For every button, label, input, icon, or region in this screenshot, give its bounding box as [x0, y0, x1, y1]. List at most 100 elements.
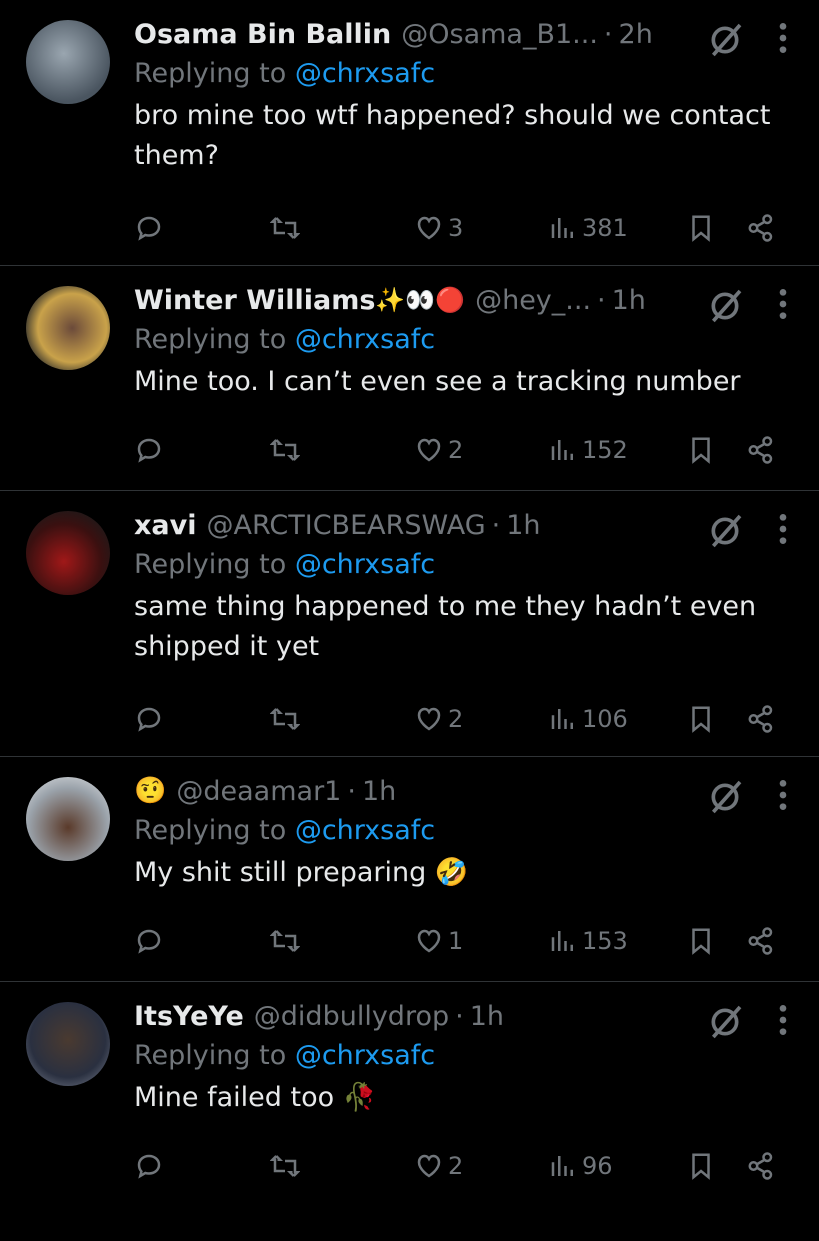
share-button[interactable] [746, 1151, 776, 1181]
mention-link[interactable]: @chrxsafc [295, 815, 435, 846]
like-icon [414, 435, 444, 465]
timestamp[interactable]: 1h [506, 510, 540, 541]
mention-link[interactable]: @chrxsafc [295, 1040, 435, 1071]
like-button[interactable]: 1 [414, 926, 463, 956]
display-name[interactable]: Winter Williams [134, 285, 375, 316]
bookmark-button[interactable] [686, 926, 716, 956]
bookmark-button[interactable] [686, 704, 716, 734]
more-icon[interactable] [773, 1000, 793, 1040]
more-icon[interactable] [773, 18, 793, 58]
user-handle[interactable]: @didbullydrop [254, 1001, 449, 1032]
more-icon[interactable] [773, 775, 793, 815]
retweet-button[interactable] [270, 704, 300, 734]
timestamp[interactable]: 1h [470, 1001, 504, 1032]
mention-link[interactable]: @chrxsafc [295, 58, 435, 89]
views-icon [548, 704, 578, 734]
share-icon [746, 704, 776, 734]
more-icon[interactable] [773, 509, 793, 549]
retweet-button[interactable] [270, 435, 300, 465]
timestamp[interactable]: 2h [619, 19, 653, 50]
views-button[interactable]: 381 [548, 213, 628, 243]
like-button[interactable]: 2 [414, 435, 463, 465]
reply-button[interactable] [134, 435, 164, 465]
tweet[interactable]: ItsYeYe @didbullydrop · 1h Replying to @… [0, 982, 819, 1241]
grok-icon[interactable] [705, 777, 745, 817]
avatar[interactable] [26, 777, 110, 861]
reply-button[interactable] [134, 213, 164, 243]
share-icon [746, 213, 776, 243]
reply-button[interactable] [134, 1151, 164, 1181]
replying-to: Replying to @chrxsafc [134, 1038, 799, 1074]
retweet-button[interactable] [270, 926, 300, 956]
replying-to: Replying to @chrxsafc [134, 56, 799, 92]
grok-icon[interactable] [705, 1002, 745, 1042]
avatar[interactable] [26, 20, 110, 104]
user-handle[interactable]: @ARCTICBEARSWAG [207, 510, 486, 541]
like-icon [414, 213, 444, 243]
views-count: 152 [582, 436, 628, 464]
grok-icon[interactable] [705, 511, 745, 551]
replying-to-label: Replying to [134, 815, 295, 846]
mention-link[interactable]: @chrxsafc [295, 324, 435, 355]
separator-dot: · [603, 18, 613, 50]
tweet[interactable]: xavi @ARCTICBEARSWAG · 1h Replying to @c… [0, 491, 819, 757]
text-emoji: 🥀 [342, 1082, 377, 1113]
share-button[interactable] [746, 435, 776, 465]
retweet-button[interactable] [270, 1151, 300, 1181]
like-count: 1 [448, 927, 464, 955]
user-handle[interactable]: @Osama_B1... [401, 19, 598, 50]
like-button[interactable]: 3 [414, 213, 463, 243]
views-button[interactable]: 153 [548, 926, 628, 956]
reply-icon [134, 435, 164, 465]
replying-to-label: Replying to [134, 58, 295, 89]
more-icon[interactable] [773, 284, 793, 324]
share-button[interactable] [746, 704, 776, 734]
bookmark-icon [686, 435, 716, 465]
like-count: 2 [448, 436, 464, 464]
share-icon [746, 1151, 776, 1181]
text-emoji: 🤣 [434, 857, 469, 888]
display-name[interactable]: ItsYeYe [134, 1001, 244, 1032]
tweet[interactable]: Osama Bin Ballin @Osama_B1... · 2h Reply… [0, 0, 819, 266]
bookmark-button[interactable] [686, 213, 716, 243]
display-name[interactable]: Osama Bin Ballin [134, 19, 391, 50]
name-emoji: ✨👀🔴 [375, 286, 466, 314]
reply-button[interactable] [134, 926, 164, 956]
reply-button[interactable] [134, 704, 164, 734]
avatar[interactable] [26, 511, 110, 595]
views-button[interactable]: 96 [548, 1151, 613, 1181]
separator-dot: · [491, 509, 501, 541]
timestamp[interactable]: 1h [362, 776, 396, 807]
separator-dot: · [455, 1000, 464, 1032]
tweet[interactable]: 🤨 @deaamar1 · 1h Replying to @chrxsafc M… [0, 757, 819, 982]
user-handle[interactable]: @deaamar1 [176, 776, 341, 807]
tweet[interactable]: Winter Williams ✨👀🔴 @hey_... · 1h Replyi… [0, 266, 819, 491]
bookmark-button[interactable] [686, 435, 716, 465]
bookmark-icon [686, 1151, 716, 1181]
like-count: 2 [448, 1152, 464, 1180]
replying-to: Replying to @chrxsafc [134, 813, 799, 849]
share-button[interactable] [746, 926, 776, 956]
like-count: 3 [448, 214, 464, 242]
avatar[interactable] [26, 1002, 110, 1086]
grok-icon[interactable] [705, 20, 745, 60]
avatar[interactable] [26, 286, 110, 370]
share-button[interactable] [746, 213, 776, 243]
retweet-icon [270, 926, 300, 956]
grok-icon[interactable] [705, 286, 745, 326]
bookmark-button[interactable] [686, 1151, 716, 1181]
mention-link[interactable]: @chrxsafc [295, 549, 435, 580]
views-button[interactable]: 152 [548, 435, 628, 465]
like-count: 2 [448, 705, 464, 733]
like-button[interactable]: 2 [414, 704, 463, 734]
display-name[interactable]: xavi [134, 510, 197, 541]
retweet-button[interactable] [270, 213, 300, 243]
timestamp[interactable]: 1h [612, 285, 646, 316]
like-button[interactable]: 2 [414, 1151, 463, 1181]
views-icon [548, 435, 578, 465]
retweet-icon [270, 213, 300, 243]
user-handle[interactable]: @hey_... [475, 285, 591, 316]
replying-to: Replying to @chrxsafc [134, 322, 799, 358]
views-button[interactable]: 106 [548, 704, 628, 734]
replying-to-label: Replying to [134, 549, 295, 580]
